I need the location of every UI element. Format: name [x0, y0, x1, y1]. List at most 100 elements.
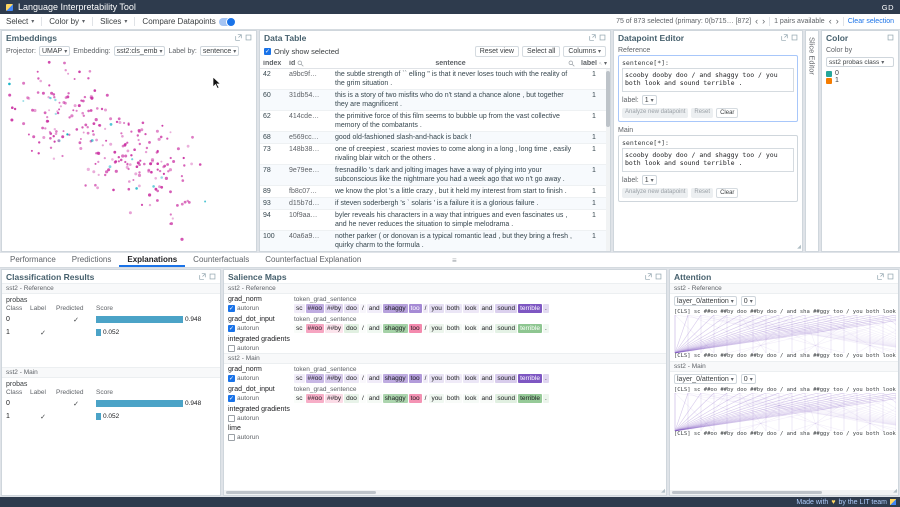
- salience-token[interactable]: sc: [294, 324, 305, 333]
- salience-token[interactable]: both: [445, 394, 462, 403]
- clear-button[interactable]: Clear: [716, 108, 738, 118]
- maximize-icon[interactable]: [655, 273, 662, 280]
- salience-token[interactable]: both: [445, 304, 462, 313]
- table-row[interactable]: 6031db54…this is a story of two misfits …: [260, 90, 610, 111]
- horizontal-scrollbar[interactable]: [224, 490, 666, 495]
- sentence-textarea[interactable]: scooby dooby doo / and shaggy too / you …: [622, 148, 794, 172]
- popout-icon[interactable]: [589, 34, 596, 41]
- tab-counterfactual-explanation[interactable]: Counterfactual Explanation: [257, 253, 369, 267]
- salience-token[interactable]: terrible: [518, 394, 542, 403]
- salience-token[interactable]: you: [429, 394, 443, 403]
- reset-view-button[interactable]: Reset view: [475, 46, 519, 57]
- embedding-scatter-area[interactable]: [2, 58, 256, 251]
- salience-token[interactable]: and: [480, 374, 495, 383]
- table-row[interactable]: 62414cde…the primitive force of this fil…: [260, 111, 610, 132]
- table-row[interactable]: 789e79ee…fresnadillo 's dark and jolting…: [260, 165, 610, 186]
- resize-grip-icon[interactable]: ◢: [893, 488, 897, 494]
- label-select[interactable]: 1▾: [642, 95, 657, 105]
- table-row[interactable]: 93d15b7d…if steven soderbergh 's ` solar…: [260, 198, 610, 210]
- autorun-checkbox[interactable]: autorun: [228, 415, 290, 422]
- table-row[interactable]: 89fb8c07…we know the plot 's a little cr…: [260, 186, 610, 198]
- salience-token[interactable]: sound: [495, 374, 517, 383]
- salience-token[interactable]: /: [423, 394, 429, 403]
- clear-button[interactable]: Clear: [716, 188, 738, 198]
- prev-datapoint-button[interactable]: ‹: [755, 17, 758, 26]
- salience-token[interactable]: /: [423, 304, 429, 313]
- autorun-checkbox[interactable]: autorun: [228, 345, 290, 352]
- salience-token[interactable]: too: [409, 324, 422, 333]
- salience-token[interactable]: .: [543, 394, 549, 403]
- layer-select[interactable]: layer_0/attention▾: [674, 374, 737, 384]
- maximize-icon[interactable]: [887, 34, 894, 41]
- table-row[interactable]: 9410f9aa…byler reveals his characters in…: [260, 210, 610, 231]
- table-row[interactable]: 73148b38…one of creepiest , scariest mov…: [260, 144, 610, 165]
- color-by-select[interactable]: sst2 probas class▾: [826, 57, 894, 67]
- salience-token[interactable]: shaggy: [383, 394, 408, 403]
- maximize-icon[interactable]: [245, 34, 252, 41]
- table-row[interactable]: 42a9bc9f…the subtle strength of `` ellin…: [260, 69, 610, 90]
- salience-token[interactable]: and: [367, 374, 382, 383]
- autorun-checkbox[interactable]: ✓autorun: [228, 395, 290, 402]
- salience-token[interactable]: /: [360, 304, 366, 313]
- columns-button[interactable]: Columns▾: [563, 46, 606, 57]
- salience-token[interactable]: terrible: [518, 324, 542, 333]
- salience-token[interactable]: too: [409, 394, 422, 403]
- popout-icon[interactable]: [781, 34, 788, 41]
- salience-token[interactable]: and: [480, 394, 495, 403]
- salience-token[interactable]: /: [423, 374, 429, 383]
- salience-token[interactable]: /: [360, 324, 366, 333]
- salience-token[interactable]: look: [463, 374, 479, 383]
- reset-button[interactable]: Reset: [691, 188, 713, 198]
- resize-grip-icon[interactable]: ◢: [797, 244, 801, 250]
- salience-token[interactable]: shaggy: [383, 324, 408, 333]
- tab-explanations[interactable]: Explanations: [119, 253, 185, 267]
- drag-handle-icon[interactable]: ≡: [452, 256, 457, 265]
- slice-editor-collapsed[interactable]: Slice Editor: [805, 30, 819, 252]
- head-select[interactable]: 0▾: [741, 374, 756, 384]
- maximize-icon[interactable]: [209, 273, 216, 280]
- salience-token[interactable]: ##by: [325, 394, 343, 403]
- salience-token[interactable]: doo: [344, 324, 359, 333]
- compare-datapoints-toggle[interactable]: [219, 18, 235, 26]
- salience-token[interactable]: you: [429, 374, 443, 383]
- salience-token[interactable]: and: [367, 324, 382, 333]
- color-by-menu[interactable]: Color by▾: [49, 17, 85, 26]
- salience-token[interactable]: .: [543, 374, 549, 383]
- autorun-checkbox[interactable]: ✓autorun: [228, 305, 290, 312]
- table-row[interactable]: 10040a6a9…nother parker ( or donovan is …: [260, 231, 610, 251]
- salience-token[interactable]: too: [409, 374, 422, 383]
- salience-token[interactable]: /: [423, 324, 429, 333]
- search-icon[interactable]: [568, 60, 575, 67]
- analyze-new-datapoint-button[interactable]: Analyze new datapoint: [622, 188, 688, 198]
- user-initials[interactable]: GD: [882, 3, 894, 12]
- head-select[interactable]: 0▾: [741, 296, 756, 306]
- tab-predictions[interactable]: Predictions: [64, 253, 120, 267]
- salience-token[interactable]: terrible: [518, 374, 542, 383]
- label-select[interactable]: 1▾: [642, 175, 657, 185]
- salience-token[interactable]: .: [543, 324, 549, 333]
- salience-token[interactable]: shaggy: [383, 304, 408, 313]
- tab-counterfactuals[interactable]: Counterfactuals: [185, 253, 257, 267]
- projector-select[interactable]: UMAP▾: [39, 46, 70, 56]
- clear-selection-link[interactable]: Clear selection: [848, 18, 894, 25]
- select-all-button[interactable]: Select all: [522, 46, 560, 57]
- maximize-icon[interactable]: [791, 34, 798, 41]
- salience-token[interactable]: doo: [344, 394, 359, 403]
- table-row[interactable]: 68e569cc…good old-fashioned slash-and-ha…: [260, 132, 610, 144]
- autorun-checkbox[interactable]: autorun: [228, 434, 290, 441]
- search-icon[interactable]: [599, 60, 602, 67]
- salience-token[interactable]: too: [409, 304, 422, 313]
- analyze-new-datapoint-button[interactable]: Analyze new datapoint: [622, 108, 688, 118]
- salience-token[interactable]: and: [480, 304, 495, 313]
- salience-token[interactable]: sc: [294, 394, 305, 403]
- popout-icon[interactable]: [877, 273, 884, 280]
- salience-token[interactable]: both: [445, 324, 462, 333]
- autorun-checkbox[interactable]: ✓autorun: [228, 375, 290, 382]
- salience-token[interactable]: sound: [495, 394, 517, 403]
- salience-token[interactable]: ##oo: [306, 394, 324, 403]
- salience-token[interactable]: ##oo: [306, 304, 324, 313]
- salience-token[interactable]: and: [480, 324, 495, 333]
- tab-performance[interactable]: Performance: [2, 253, 64, 267]
- salience-token[interactable]: sound: [495, 324, 517, 333]
- reset-button[interactable]: Reset: [691, 108, 713, 118]
